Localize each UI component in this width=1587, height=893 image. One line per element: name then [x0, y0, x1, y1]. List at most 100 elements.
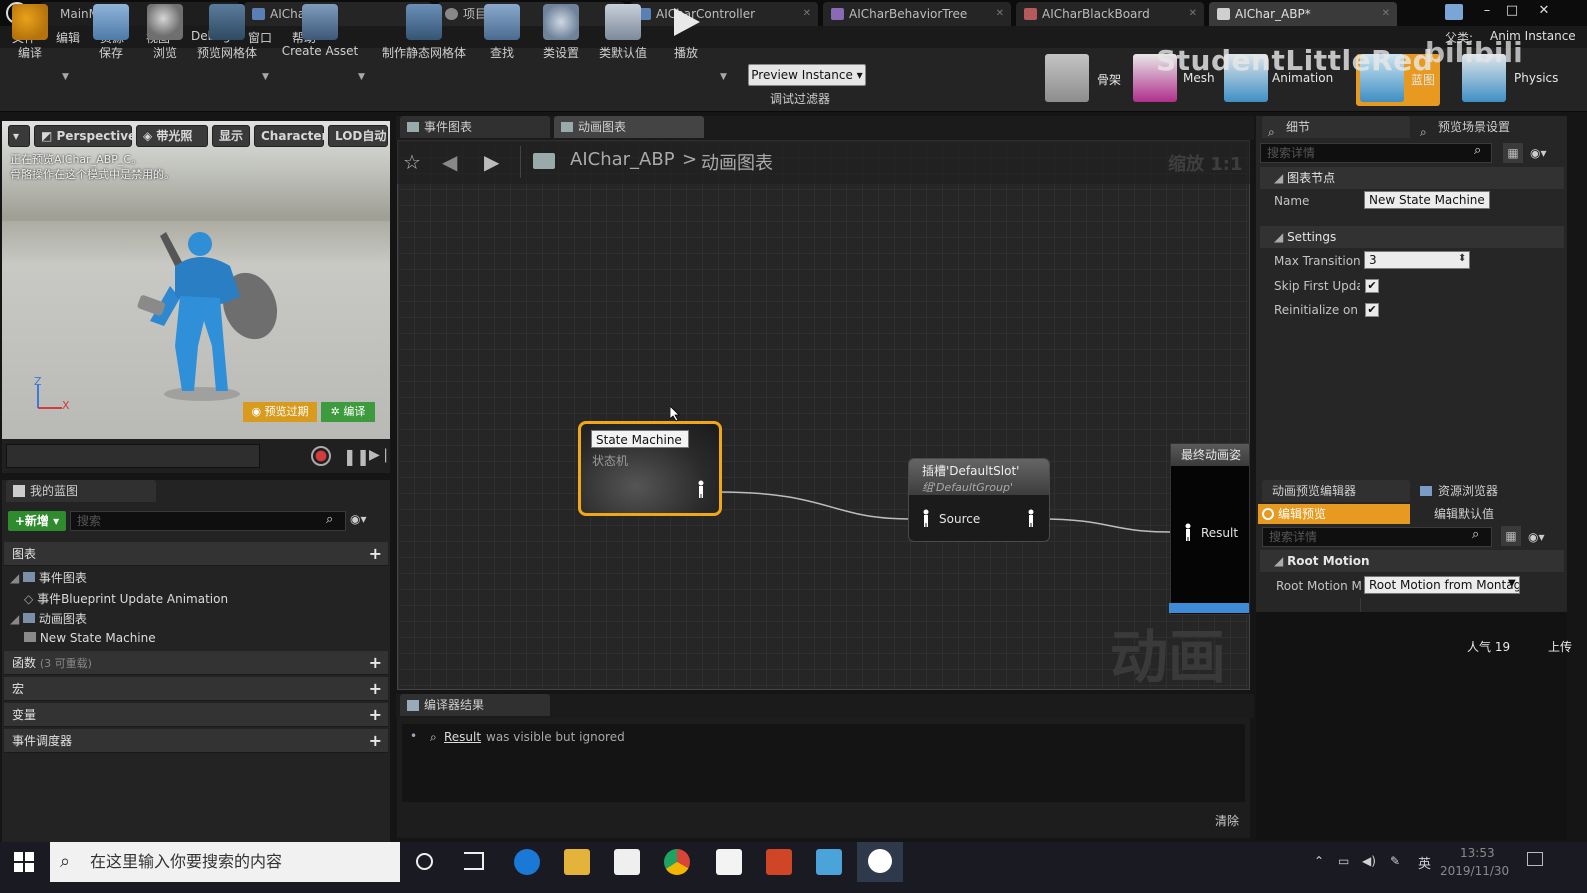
- make-static-mesh-button[interactable]: 制作静态网格体: [380, 4, 468, 62]
- taskbar-search-input[interactable]: 在这里输入你要搜索的内容: [50, 842, 400, 882]
- message-target-link[interactable]: Result: [444, 730, 481, 744]
- tab-my-blueprint[interactable]: 我的蓝图: [6, 480, 156, 502]
- close-tab-icon[interactable]: ✕: [1382, 2, 1390, 26]
- show-button[interactable]: 显示: [212, 125, 250, 147]
- state-machine-node[interactable]: State Machine 状态机: [578, 421, 722, 516]
- lighting-button[interactable]: ◈ 带光照: [136, 125, 208, 147]
- favorite-star-icon[interactable]: ☆: [403, 150, 421, 174]
- property-matrix-icon[interactable]: ▦: [1501, 526, 1521, 546]
- close-window-button[interactable]: ✕: [1533, 2, 1555, 20]
- create-asset-chevron-icon[interactable]: ▼: [358, 72, 365, 82]
- section-macros[interactable]: 宏 +: [4, 677, 388, 701]
- close-tab-icon[interactable]: ✕: [803, 2, 811, 26]
- photos-app-icon[interactable]: [816, 849, 842, 875]
- visibility-eye-icon[interactable]: ◉▾: [350, 512, 367, 526]
- dropdown-chevron-icon[interactable]: ▼: [1508, 578, 1516, 589]
- task-view-icon[interactable]: [464, 852, 484, 870]
- record-icon[interactable]: [311, 446, 331, 466]
- add-new-button[interactable]: +新增 ▾: [8, 511, 66, 531]
- visibility-eye-icon[interactable]: ◉▾: [1528, 530, 1545, 544]
- tab-details[interactable]: ⌕ 细节: [1262, 116, 1410, 139]
- viewport-options-dropdown[interactable]: ▾: [8, 125, 30, 147]
- tab-anim-preview-editor[interactable]: 动画预览编辑器: [1262, 480, 1410, 502]
- details-search-input[interactable]: 搜索详情: [1260, 143, 1492, 163]
- store-icon[interactable]: [614, 849, 640, 875]
- edit-defaults-toggle[interactable]: 编辑默认值: [1414, 504, 1564, 524]
- slot-node[interactable]: 插槽'DefaultSlot' 组'DefaultGroup' Source: [908, 458, 1050, 542]
- compile-options-chevron-icon[interactable]: ▼: [62, 72, 69, 82]
- property-matrix-icon[interactable]: ▦: [1503, 143, 1523, 163]
- class-defaults-button[interactable]: 类默认值: [594, 4, 652, 62]
- close-tab-icon[interactable]: ✕: [1189, 2, 1197, 26]
- forward-arrow-icon[interactable]: ▶: [484, 150, 499, 174]
- skip-first-update-checkbox[interactable]: ✔: [1365, 279, 1379, 293]
- playback-timeline[interactable]: [6, 444, 260, 468]
- preview-mesh-button[interactable]: 预览网格体: [194, 4, 260, 62]
- notification-center-icon[interactable]: [1527, 852, 1543, 866]
- tab-compiler-results[interactable]: 编译器结果: [400, 694, 550, 716]
- root-motion-mode-dropdown[interactable]: Root Motion from Montage: [1364, 576, 1520, 594]
- search-result-icon[interactable]: ⌕: [430, 730, 437, 745]
- breadcrumb-root[interactable]: AIChar_ABP: [570, 149, 675, 170]
- preview-search-input[interactable]: 搜索详情: [1262, 527, 1492, 547]
- maximize-button[interactable]: □: [1501, 2, 1523, 20]
- state-machine-title[interactable]: State Machine: [591, 430, 689, 448]
- tab-preview-scene-settings[interactable]: ⌕ 预览场景设置: [1414, 116, 1564, 139]
- edge-browser-icon[interactable]: [514, 849, 540, 875]
- chart-app-icon[interactable]: [716, 849, 742, 875]
- tab-asset-browser[interactable]: 资源浏览器: [1414, 480, 1564, 502]
- menu-edit[interactable]: 编辑: [56, 29, 80, 46]
- preview-expired-button[interactable]: ◉ 预览过期: [243, 402, 317, 422]
- reinitialize-on-entry-checkbox[interactable]: ✔: [1365, 303, 1379, 317]
- back-arrow-icon[interactable]: ◀: [442, 150, 457, 174]
- add-graph-icon[interactable]: +: [369, 542, 382, 566]
- add-variable-icon[interactable]: +: [369, 703, 382, 727]
- tree-event-bp-update[interactable]: ◇ 事件Blueprint Update Animation: [24, 590, 228, 607]
- preview-instance-dropdown[interactable]: Preview Instance ▾: [748, 64, 866, 86]
- tab-aichar-controller[interactable]: AICharController ✕: [630, 2, 818, 26]
- spin-arrows-icon[interactable]: ⬍: [1458, 253, 1466, 264]
- cortana-icon[interactable]: [416, 853, 433, 870]
- tray-pen-icon[interactable]: ✎: [1390, 854, 1400, 868]
- create-asset-button[interactable]: Create Asset: [280, 4, 360, 62]
- character-button[interactable]: Character: [254, 125, 327, 147]
- result-input-pin-icon[interactable]: [1184, 523, 1192, 541]
- tab-aichar-behavior-tree[interactable]: AICharBehaviorTree ✕: [823, 2, 1011, 26]
- tray-network-icon[interactable]: ▭: [1338, 854, 1349, 868]
- play-options-chevron-icon[interactable]: ▼: [720, 72, 727, 82]
- edit-preview-toggle[interactable]: 编辑预览: [1258, 504, 1410, 524]
- add-function-icon[interactable]: +: [369, 651, 382, 675]
- slot-output-pin-icon[interactable]: [1027, 509, 1035, 527]
- my-blueprint-search-input[interactable]: 搜索: [70, 511, 346, 531]
- unreal-taskbar-button[interactable]: [857, 842, 903, 882]
- tab-anim-graph[interactable]: 动画图表: [554, 116, 704, 138]
- anim-graph-canvas[interactable]: [397, 140, 1250, 690]
- class-settings-button[interactable]: 类设置: [536, 4, 586, 62]
- section-graph-node[interactable]: ◢ 图表节点: [1260, 167, 1564, 189]
- file-explorer-icon[interactable]: [564, 849, 590, 875]
- lod-auto-button[interactable]: LOD自动: [328, 125, 388, 147]
- prop-name-input[interactable]: New State Machine: [1364, 191, 1490, 209]
- browse-button[interactable]: 浏览: [140, 4, 190, 62]
- clear-button[interactable]: 清除: [1215, 812, 1239, 829]
- preview-mesh-chevron-icon[interactable]: ▼: [262, 72, 269, 82]
- section-functions[interactable]: 函数 (3 可重载) +: [4, 651, 388, 675]
- tab-aichar-blackboard[interactable]: AICharBlackBoard ✕: [1016, 2, 1204, 26]
- step-forward-icon[interactable]: ▶❘: [369, 447, 392, 463]
- powerpoint-icon[interactable]: [766, 849, 792, 875]
- tree-event-graph[interactable]: ◢ 事件图表: [10, 569, 87, 586]
- visibility-eye-icon[interactable]: ◉▾: [1530, 146, 1547, 160]
- feedback-icon[interactable]: [1445, 4, 1463, 20]
- minimize-button[interactable]: –: [1476, 2, 1498, 20]
- pose-output-pin-icon[interactable]: [697, 480, 705, 498]
- section-variables[interactable]: 变量 +: [4, 703, 388, 727]
- viewport-compile-button[interactable]: ✲ 编译: [321, 402, 375, 422]
- close-tab-icon[interactable]: ✕: [996, 2, 1004, 26]
- tree-anim-graph[interactable]: ◢ 动画图表: [10, 610, 87, 627]
- tab-aichar-abp[interactable]: AIChar_ABP* ✕: [1209, 2, 1397, 26]
- tab-event-graph[interactable]: 事件图表: [400, 116, 550, 138]
- section-root-motion[interactable]: ◢ Root Motion: [1260, 550, 1564, 572]
- section-event-dispatchers[interactable]: 事件调度器 +: [4, 729, 388, 753]
- tray-volume-icon[interactable]: ◀): [1362, 854, 1376, 868]
- compile-button[interactable]: 编译: [4, 4, 56, 62]
